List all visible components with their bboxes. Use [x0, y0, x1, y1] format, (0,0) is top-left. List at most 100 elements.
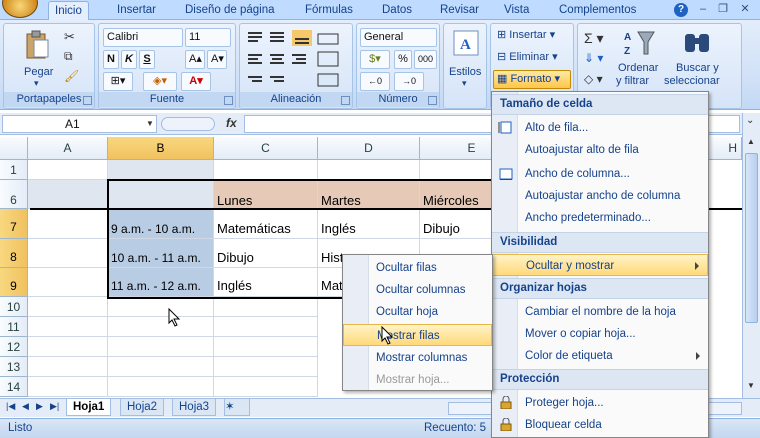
number-launcher-icon[interactable] — [428, 96, 437, 105]
column-header-d[interactable]: D — [318, 137, 420, 160]
styles-button[interactable]: Estilos — [449, 66, 481, 78]
sort-filter-icon[interactable]: A Z — [622, 28, 656, 58]
cell-a10[interactable] — [28, 297, 108, 317]
row-header-7[interactable]: 7 — [0, 209, 28, 239]
cell-c14[interactable] — [214, 377, 318, 397]
close-icon[interactable]: ✕ — [738, 3, 752, 16]
column-header-a[interactable]: A — [28, 137, 108, 160]
cell-a1[interactable] — [28, 160, 108, 180]
minimize-icon[interactable]: – — [696, 3, 710, 16]
borders-icon[interactable]: ⊞▾ — [103, 72, 133, 91]
cell-a14[interactable] — [28, 377, 108, 397]
submenu-item-hide-sheet[interactable]: Ocultar hoja — [343, 301, 492, 323]
menu-item-protect-sheet[interactable]: Proteger hoja... — [492, 392, 708, 414]
format-painter-icon[interactable]: 🖌 — [64, 69, 79, 83]
help-icon[interactable]: ? — [674, 3, 688, 17]
decrease-decimal-icon[interactable]: →0 — [394, 72, 424, 91]
cell-c11[interactable] — [214, 317, 318, 337]
row-header-13[interactable]: 13 — [0, 357, 28, 377]
office-button[interactable] — [2, 0, 38, 18]
tab-vista[interactable]: Vista — [498, 1, 535, 20]
styles-icon[interactable]: A — [453, 30, 479, 56]
styles-dropdown-icon[interactable]: ▾ — [462, 78, 467, 89]
cell-b10[interactable] — [108, 297, 214, 317]
submenu-item-show-columns[interactable]: Mostrar columnas — [343, 347, 492, 369]
cell-a11[interactable] — [28, 317, 108, 337]
insert-cells-button[interactable]: ⊞ Insertar ▾ — [493, 26, 571, 45]
find-select-icon[interactable] — [682, 28, 712, 58]
delete-cells-button[interactable]: ⊟ Eliminar ▾ — [493, 48, 571, 67]
row-header-9[interactable]: 9 — [0, 268, 28, 297]
scroll-down-icon[interactable]: ▼ — [747, 381, 755, 390]
menu-item-hide-show[interactable]: Ocultar y mostrar — [492, 254, 708, 276]
tab-revisar[interactable]: Revisar — [434, 1, 485, 20]
formula-bar-splitter[interactable] — [161, 117, 215, 131]
row-header-11[interactable]: 11 — [0, 317, 28, 337]
paste-dropdown-icon[interactable]: ▾ — [34, 78, 39, 89]
number-format-select[interactable]: General — [360, 28, 437, 47]
cell-a9[interactable] — [28, 268, 108, 297]
font-size-select[interactable]: 11 — [185, 28, 231, 47]
name-box-dropdown-icon[interactable]: ▼ — [146, 119, 154, 128]
cell-c1[interactable] — [214, 160, 318, 180]
tab-complementos[interactable]: Complementos — [553, 1, 642, 20]
sheet-tab-hoja3[interactable]: Hoja3 — [172, 399, 217, 416]
cell-a8[interactable] — [28, 239, 108, 268]
clear-icon[interactable]: ◇ ▾ — [584, 72, 603, 86]
next-sheet-icon[interactable]: ▶ — [36, 401, 43, 412]
italic-button[interactable]: K — [121, 50, 137, 69]
sum-icon[interactable]: Σ ▾ — [584, 30, 604, 47]
menu-item-move-copy[interactable]: Mover o copiar hoja... — [492, 323, 708, 345]
name-box[interactable]: A1 — [2, 115, 157, 133]
cell-d1[interactable] — [318, 160, 420, 180]
cell-b1[interactable] — [108, 160, 214, 180]
first-sheet-icon[interactable]: |◀ — [6, 401, 15, 412]
sort-filter-button[interactable]: Ordenar — [618, 62, 658, 74]
font-launcher-icon[interactable] — [224, 96, 233, 105]
insert-sheet-icon[interactable]: ✶ — [224, 399, 250, 416]
insert-function-icon[interactable]: fx — [226, 116, 237, 130]
tab-insertar[interactable]: Insertar — [111, 1, 162, 20]
alignment-buttons-icon[interactable] — [246, 30, 348, 90]
submenu-item-hide-columns[interactable]: Ocultar columnas — [343, 279, 492, 301]
menu-item-lock-cell[interactable]: Bloquear celda — [492, 414, 708, 436]
thousands-button[interactable]: 000 — [414, 50, 437, 69]
increase-decimal-icon[interactable]: ←0 — [360, 72, 390, 91]
vertical-scrollbar[interactable]: ⌄ ▲ ▼ — [742, 113, 760, 398]
tab-formulas[interactable]: Fórmulas — [299, 1, 359, 20]
scroll-up-icon[interactable]: ▲ — [747, 137, 755, 146]
menu-item-default-width[interactable]: Ancho predeterminado... — [492, 207, 708, 229]
copy-icon[interactable]: ⧉ — [64, 49, 73, 64]
row-header-12[interactable]: 12 — [0, 337, 28, 357]
submenu-item-hide-rows[interactable]: Ocultar filas — [343, 257, 492, 279]
cell-c10[interactable] — [214, 297, 318, 317]
menu-item-row-height[interactable]: Alto de fila... — [492, 117, 708, 139]
cell-b12[interactable] — [108, 337, 214, 357]
cell-c13[interactable] — [214, 357, 318, 377]
cell-a13[interactable] — [28, 357, 108, 377]
paste-icon[interactable] — [24, 30, 50, 60]
cell-c12[interactable] — [214, 337, 318, 357]
row-header-6[interactable]: 6 — [0, 180, 28, 209]
cell-b13[interactable] — [108, 357, 214, 377]
row-header-1[interactable]: 1 — [0, 160, 28, 180]
cut-icon[interactable]: ✂ — [64, 29, 75, 45]
vertical-scroll-thumb[interactable] — [745, 153, 758, 323]
menu-item-autofit-column[interactable]: Autoajustar ancho de columna — [492, 185, 708, 207]
tab-diseno-pagina[interactable]: Diseño de página — [179, 1, 281, 20]
clipboard-launcher-icon[interactable] — [83, 96, 92, 105]
cell-b14[interactable] — [108, 377, 214, 397]
select-all-corner[interactable] — [0, 137, 28, 160]
last-sheet-icon[interactable]: ▶| — [50, 401, 59, 412]
tab-inicio[interactable]: Inicio — [48, 1, 89, 20]
grow-font-icon[interactable]: A▴ — [185, 50, 205, 69]
cell-a7[interactable] — [28, 209, 108, 239]
column-header-b[interactable]: B — [108, 137, 214, 160]
underline-button[interactable]: S — [139, 50, 155, 69]
fill-color-icon[interactable]: ◈▾ — [143, 72, 177, 91]
tab-datos[interactable]: Datos — [376, 1, 418, 20]
shrink-font-icon[interactable]: A▾ — [207, 50, 227, 69]
alignment-launcher-icon[interactable] — [341, 96, 350, 105]
percent-button[interactable]: % — [394, 50, 412, 69]
submenu-item-show-rows[interactable]: Mostrar filas — [343, 324, 492, 346]
